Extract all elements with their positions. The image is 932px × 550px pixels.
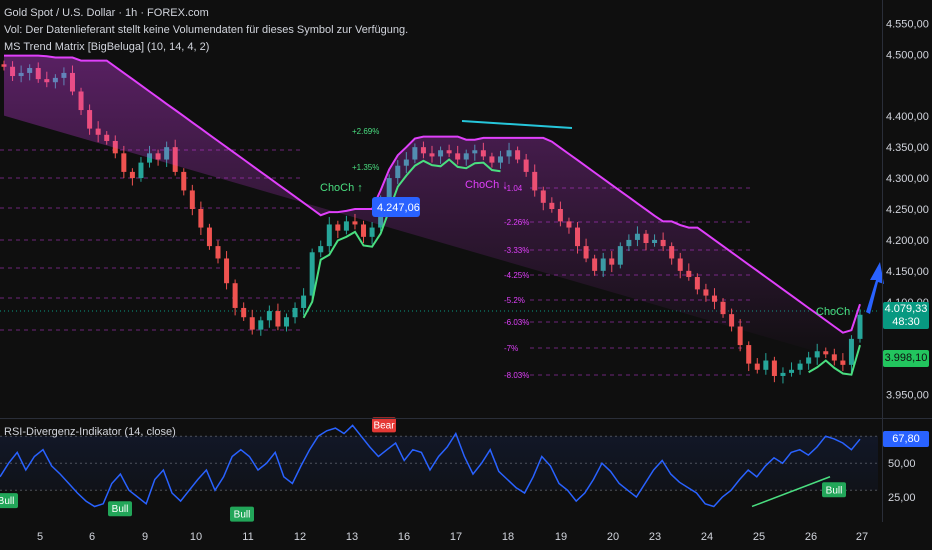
time-axis-tick: 18 bbox=[502, 531, 514, 543]
candle bbox=[301, 295, 307, 308]
candle bbox=[181, 171, 187, 191]
candle bbox=[275, 311, 281, 327]
candle bbox=[771, 360, 777, 376]
bull-label-text: Bull bbox=[234, 510, 251, 521]
time-axis-tick: 6 bbox=[89, 531, 95, 543]
bull-label-text: Bull bbox=[0, 496, 14, 507]
rsi-legend[interactable]: RSI-Divergenz-Indikator (14, close) bbox=[4, 426, 176, 438]
bull-label-text: Bull bbox=[826, 485, 843, 496]
pct-label: -7% bbox=[504, 344, 518, 353]
candle bbox=[318, 246, 324, 253]
time-axis-tick: 23 bbox=[649, 531, 661, 543]
time-axis-tick: 25 bbox=[753, 531, 765, 543]
candle bbox=[129, 171, 135, 179]
pct-label: +2.69% bbox=[352, 127, 379, 136]
time-axis-tick: 19 bbox=[555, 531, 567, 543]
symbol-legend[interactable]: Gold Spot / U.S. Dollar · 1h · FOREX.com bbox=[4, 7, 209, 19]
candle bbox=[283, 317, 289, 327]
time-axis-tick: 13 bbox=[346, 531, 358, 543]
pct-label: -6.03% bbox=[504, 318, 529, 327]
choch-label: ChoCh bbox=[816, 306, 850, 318]
candle bbox=[249, 317, 255, 330]
volume-legend: Vol: Der Datenlieferant stellt keine Vol… bbox=[4, 24, 409, 36]
price-callout: 4.247,06 bbox=[377, 202, 420, 214]
time-axis-tick: 12 bbox=[294, 531, 306, 543]
candle bbox=[780, 372, 786, 376]
candle bbox=[789, 369, 795, 373]
candle bbox=[215, 246, 221, 259]
candle bbox=[763, 360, 769, 370]
pct-label: +1.35% bbox=[352, 163, 379, 172]
pct-label: -4.25% bbox=[504, 271, 529, 280]
time-axis-tick: 16 bbox=[398, 531, 410, 543]
price-axis-tick: 4.400,00 bbox=[886, 111, 929, 123]
price-axis-tick: 4.150,00 bbox=[886, 266, 929, 278]
candle bbox=[189, 190, 195, 209]
price-axis-tick: 3.950,00 bbox=[886, 390, 929, 402]
resistance-line bbox=[461, 120, 573, 129]
time-axis-tick: 17 bbox=[450, 531, 462, 543]
time-axis-tick: 5 bbox=[37, 531, 43, 543]
time-axis-tick: 24 bbox=[701, 531, 713, 543]
candle bbox=[369, 227, 375, 237]
bear-label-text: Bear bbox=[373, 420, 395, 431]
candle bbox=[343, 221, 349, 231]
candle bbox=[241, 307, 247, 318]
last-price-tag: 4.079,33 48:30 bbox=[883, 302, 929, 329]
candle bbox=[224, 258, 230, 284]
candle bbox=[121, 153, 127, 172]
pct-label: -1.04 bbox=[504, 184, 523, 193]
candle bbox=[806, 357, 812, 364]
rsi-value-tag: 67,80 bbox=[883, 431, 929, 447]
time-axis-tick: 26 bbox=[805, 531, 817, 543]
candle bbox=[292, 307, 298, 318]
price-axis-tick: 4.200,00 bbox=[886, 235, 929, 247]
candle bbox=[326, 224, 332, 247]
pct-label: -3.33% bbox=[504, 246, 529, 255]
pct-label: -2.26% bbox=[504, 218, 529, 227]
candle bbox=[232, 283, 238, 308]
indicator-legend[interactable]: MS Trend Matrix [BigBeluga] (10, 14, 4, … bbox=[4, 41, 209, 53]
bull-label-text: Bull bbox=[112, 504, 129, 515]
trend-band-fill bbox=[4, 55, 860, 365]
rsi-axis-tick: 50,00 bbox=[888, 458, 916, 470]
price-axis-tick: 4.350,00 bbox=[886, 142, 929, 154]
price-axis-tick: 4.500,00 bbox=[886, 49, 929, 61]
price-axis-tick: 4.550,00 bbox=[886, 18, 929, 30]
last-price-value: 4.079,33 bbox=[884, 303, 928, 315]
low-price-tag: 3.998,10 bbox=[883, 350, 929, 367]
candle bbox=[797, 363, 803, 370]
pct-label: -5.2% bbox=[504, 296, 525, 305]
choch-up-label: ChoCh ↑ bbox=[320, 182, 363, 194]
candle bbox=[206, 227, 212, 247]
time-axis-tick: 9 bbox=[142, 531, 148, 543]
candle bbox=[746, 345, 752, 364]
rsi-axis-tick: 25,00 bbox=[888, 492, 916, 504]
time-axis-tick: 10 bbox=[190, 531, 202, 543]
chart-canvas: 4.550,00 4.500,00 4.400,00 4.350,00 4.300,00… bbox=[0, 18, 929, 543]
pct-label: -8.03% bbox=[504, 371, 529, 380]
time-axis-tick: 20 bbox=[607, 531, 619, 543]
candle bbox=[266, 311, 272, 321]
choch-down-label: ChoCh ↓ bbox=[465, 179, 508, 191]
candle bbox=[754, 363, 760, 370]
candle bbox=[840, 360, 846, 365]
time-axis-tick: 11 bbox=[242, 531, 253, 543]
candle bbox=[361, 224, 367, 237]
pane-divider[interactable] bbox=[0, 418, 932, 419]
candle bbox=[258, 320, 264, 330]
price-axis-tick: 4.250,00 bbox=[886, 204, 929, 216]
time-axis-tick: 27 bbox=[856, 531, 868, 543]
candle bbox=[352, 221, 358, 225]
bar-countdown: 48:30 bbox=[892, 316, 920, 328]
candle bbox=[335, 224, 341, 231]
price-axis-tick: 4.300,00 bbox=[886, 173, 929, 185]
candle bbox=[138, 162, 144, 179]
candle bbox=[198, 209, 204, 228]
